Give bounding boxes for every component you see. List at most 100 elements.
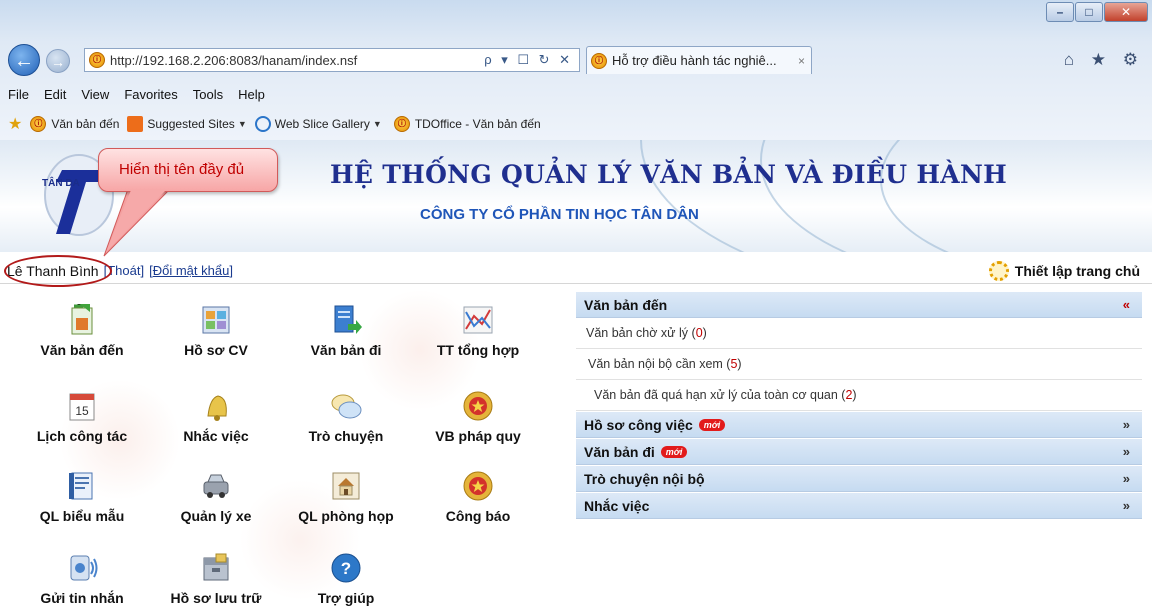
car-icon — [200, 470, 232, 502]
favorite-label: Web Slice Gallery — [274, 117, 370, 131]
module-cong-bao[interactable]: Công báo — [408, 470, 548, 550]
homepage-setting-label: Thiết lập trang chủ — [1014, 263, 1140, 279]
module-ql-bieu-mau[interactable]: QL biểu mẫu — [12, 470, 152, 550]
tab-close-icon[interactable]: × — [792, 54, 811, 68]
expand-icon[interactable]: » — [1123, 471, 1130, 486]
tab-title: Hỗ trợ điều hành tác nghiê... — [612, 53, 777, 68]
logout-label: Thoát — [107, 263, 141, 278]
list-item[interactable]: Văn bản chờ xử lý (0) — [576, 318, 1142, 349]
expand-icon[interactable]: » — [1123, 417, 1130, 432]
menu-view[interactable]: View — [81, 87, 109, 102]
gear-icon — [988, 261, 1009, 281]
row-count: 2 — [845, 388, 853, 402]
collapse-icon[interactable]: « — [1123, 297, 1130, 312]
browser-tab[interactable]: ⓘ Hỗ trợ điều hành tác nghiê... × — [586, 46, 812, 74]
favorites-star-icon[interactable]: ★ — [8, 114, 22, 134]
calendar-icon: 15 — [66, 390, 98, 422]
site-icon: ⓘ — [30, 116, 47, 132]
module-gui-tin-nhan[interactable]: Gửi tin nhắn — [12, 552, 152, 616]
expand-icon[interactable]: » — [1123, 444, 1130, 459]
homepage-setting-button[interactable]: Thiết lập trang chủ — [988, 261, 1140, 281]
section-title: Văn bản đến — [584, 296, 668, 313]
new-badge: mới — [660, 445, 688, 458]
incoming-document-icon — [66, 302, 98, 336]
accordion-panel: Văn bản đến « Văn bản chờ xử lý (0) Văn … — [576, 291, 1142, 519]
chevron-down-icon: ▼ — [237, 119, 247, 129]
module-label: Quản lý xe — [180, 508, 252, 524]
module-label: Trợ giúp — [317, 590, 375, 606]
chart-icon — [462, 304, 494, 336]
section-header-van-ban-di[interactable]: Văn bản đi mới » — [576, 438, 1142, 465]
section-header-ho-so-cong-viec[interactable]: Hồ sơ công việc mới » — [576, 411, 1142, 438]
module-label: Công báo — [445, 508, 511, 524]
module-label: QL biểu mẫu — [39, 508, 125, 524]
back-button[interactable]: ← — [8, 44, 40, 76]
close-window-button[interactable]: ✕ — [1104, 2, 1148, 22]
home-favorites-tools-icons[interactable]: ⌂ ★ ⚙ — [1064, 50, 1144, 70]
favorite-label: TDOffice - Văn bản đến — [414, 117, 541, 131]
minimize-button[interactable]: – — [1046, 2, 1074, 22]
section-title: Trò chuyện nội bộ — [584, 470, 705, 487]
menu-edit[interactable]: Edit — [44, 87, 66, 102]
module-label: Gửi tin nhắn — [40, 590, 124, 606]
menu-file[interactable]: File — [8, 87, 29, 102]
suggested-sites-icon — [127, 116, 144, 132]
address-url[interactable]: http://192.168.2.206:8083/hanam/index.ns… — [110, 53, 484, 68]
outgoing-document-icon — [330, 304, 362, 336]
meeting-room-icon — [330, 470, 362, 502]
module-nhac-viec[interactable]: Nhắc việc — [146, 390, 286, 470]
list-item[interactable]: Văn bản nội bộ cần xem (5) — [576, 349, 1142, 380]
module-lich-cong-tac[interactable]: 15 Lịch công tác — [12, 390, 152, 470]
form-icon — [66, 470, 98, 502]
module-label: Hồ sơ CV — [184, 342, 248, 358]
module-label: Lịch công tác — [36, 428, 128, 444]
module-label: Hồ sơ lưu trữ — [170, 590, 262, 606]
module-ho-so-cv[interactable]: Hồ sơ CV — [146, 304, 286, 384]
forward-button[interactable]: → — [46, 49, 70, 73]
section-header-van-ban-den[interactable]: Văn bản đến « — [576, 291, 1142, 318]
module-vb-phap-quy[interactable]: VB pháp quy — [408, 390, 548, 470]
module-tro-giup[interactable]: ? Trợ giúp — [276, 552, 416, 616]
help-glyph: ? — [341, 559, 351, 578]
banner-title: HỆ THỐNG QUẢN LÝ VĂN BẢN VÀ ĐIỀU HÀNH — [330, 160, 1008, 189]
chevron-down-icon: ▼ — [372, 119, 382, 129]
menu-bar: File Edit View Favorites Tools Help — [0, 80, 1152, 108]
row-text: Văn bản nội bộ cần xem — [588, 357, 723, 371]
favorite-item[interactable]: ⓘ Văn bản đến — [26, 116, 119, 132]
change-password-label: Đổi mật khẩu — [152, 263, 230, 278]
work-file-icon — [200, 304, 232, 336]
favorite-item[interactable]: Suggested Sites ▼ — [127, 116, 247, 132]
callout-text: Hiển thị tên đầy đủ — [119, 161, 245, 178]
module-ho-so-luu-tru[interactable]: Hồ sơ lưu trữ — [146, 552, 286, 616]
address-bar[interactable]: ⓘ http://192.168.2.206:8083/hanam/index.… — [84, 48, 580, 72]
module-van-ban-den[interactable]: Văn bản đến — [12, 302, 152, 384]
favorite-item[interactable]: Web Slice Gallery ▼ — [254, 116, 382, 132]
section-header-nhac-viec[interactable]: Nhắc việc » — [576, 492, 1142, 519]
favorite-label: Văn bản đến — [51, 117, 120, 131]
row-text: Văn bản chờ xử lý — [586, 326, 689, 340]
restore-button[interactable]: □ — [1075, 2, 1103, 22]
menu-tools[interactable]: Tools — [193, 87, 223, 102]
help-icon: ? — [330, 552, 362, 584]
section-title: Nhắc việc — [584, 497, 650, 514]
menu-help[interactable]: Help — [238, 87, 265, 102]
window-controls: – □ ✕ — [1045, 2, 1148, 22]
module-tro-chuyen[interactable]: Trò chuyện — [276, 390, 416, 470]
expand-icon[interactable]: » — [1123, 498, 1130, 513]
module-label: VB pháp quy — [435, 428, 521, 444]
list-item[interactable]: Văn bản đã quá hạn xử lý của toàn cơ qua… — [576, 380, 1142, 411]
module-tt-tong-hop[interactable]: TT tổng hợp — [408, 304, 548, 384]
section-title: Hồ sơ công việc — [584, 416, 693, 433]
tab-site-icon: ⓘ — [591, 52, 607, 69]
menu-favorites[interactable]: Favorites — [124, 87, 177, 102]
change-password-link[interactable]: [Đổi mật khẩu] — [149, 263, 233, 278]
site-icon: ⓘ — [89, 52, 105, 68]
section-header-tro-chuyen-noi-bo[interactable]: Trò chuyện nội bộ » — [576, 465, 1142, 492]
module-label: Trò chuyện — [308, 428, 384, 444]
favorite-item[interactable]: ⓘ TDOffice - Văn bản đến — [390, 116, 541, 132]
module-ql-phong-hop[interactable]: QL phòng họp — [276, 470, 416, 550]
address-tools-icons[interactable]: ρ ▾ ☐ ↻ ✕ — [484, 52, 579, 68]
module-quan-ly-xe[interactable]: Quản lý xe — [146, 470, 286, 550]
module-van-ban-di[interactable]: Văn bản đi — [276, 304, 416, 384]
module-label: QL phòng họp — [298, 508, 394, 524]
